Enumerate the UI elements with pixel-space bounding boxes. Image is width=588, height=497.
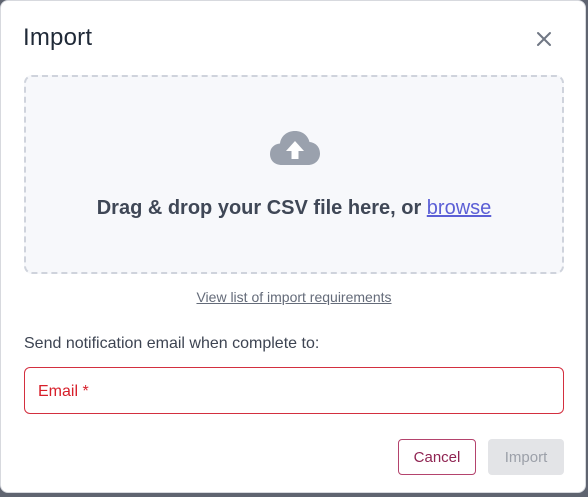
browse-link[interactable]: browse — [427, 197, 491, 219]
dropzone-prompt: Drag & drop your CSV file here, or brows… — [26, 195, 562, 221]
dropzone-prompt-text: Drag & drop your CSV file here, or — [96, 197, 427, 219]
cloud-upload-icon — [270, 131, 320, 165]
dialog-title: Import — [23, 24, 93, 51]
import-requirements-link[interactable]: View list of import requirements — [1, 288, 587, 306]
required-asterisk: * — [82, 383, 89, 400]
email-field[interactable]: Email * — [24, 367, 564, 414]
email-field-label: Email * — [38, 382, 89, 402]
close-icon — [537, 32, 551, 46]
notification-email-label: Send notification email when complete to… — [24, 335, 320, 352]
close-button[interactable] — [530, 25, 558, 53]
import-dialog: Import Drag & drop your CSV file here, o… — [0, 0, 586, 493]
import-button[interactable]: Import — [488, 439, 564, 475]
cancel-button[interactable]: Cancel — [398, 439, 476, 475]
file-dropzone[interactable]: Drag & drop your CSV file here, or brows… — [24, 75, 564, 274]
email-label-text: Email — [38, 383, 79, 400]
